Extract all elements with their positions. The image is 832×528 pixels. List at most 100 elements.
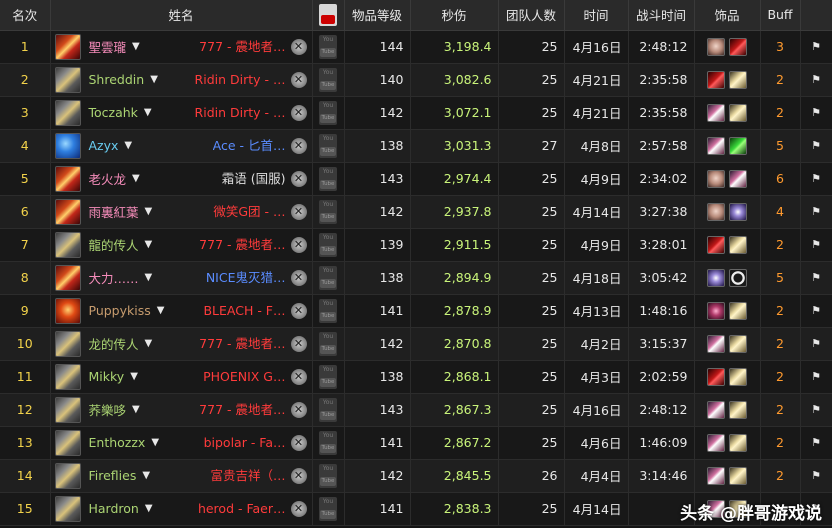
guild-name-link[interactable]: BLEACH - F… — [203, 295, 285, 326]
flag-icon[interactable]: ⚑ — [811, 238, 821, 251]
chevron-down-icon[interactable]: ▼ — [145, 338, 153, 349]
buff-cell[interactable]: 2 — [760, 63, 801, 97]
player-name-link[interactable]: Azyx — [89, 138, 119, 153]
buff-cell[interactable]: 2 — [760, 459, 801, 493]
buff-cell[interactable]: 4 — [760, 195, 801, 229]
trinket-icon[interactable] — [707, 235, 725, 254]
flag-icon[interactable]: ⚑ — [811, 436, 821, 449]
table-row[interactable]: 12 荞樂哆 ▼ 777 - 震地者… ✕ 143 2,867.3 25 4月1… — [0, 393, 832, 427]
buff-cell[interactable]: 2 — [760, 327, 801, 361]
buff-cell[interactable]: 5 — [760, 129, 801, 163]
guild-name-link[interactable]: 霜语 (国服) — [222, 163, 286, 194]
chevron-down-icon[interactable]: ▼ — [144, 107, 152, 118]
video-cell[interactable] — [312, 30, 345, 64]
chevron-down-icon[interactable]: ▼ — [151, 437, 159, 448]
flag-cell[interactable]: ⚑ — [800, 63, 832, 97]
player-name-link[interactable]: Puppykiss — [89, 303, 151, 318]
guild-name-link[interactable]: PHOENIX G… — [203, 361, 285, 392]
trinket-icon[interactable] — [707, 334, 725, 353]
flag-cell[interactable]: ⚑ — [800, 294, 832, 328]
buff-cell[interactable]: 2 — [760, 426, 801, 460]
video-cell[interactable] — [312, 294, 345, 328]
close-icon[interactable]: ✕ — [290, 467, 307, 484]
video-cell[interactable] — [312, 459, 345, 493]
video-cell[interactable] — [312, 96, 345, 130]
guild-name-link[interactable]: 微笑G团 - … — [213, 196, 285, 227]
player-name-link[interactable]: Shreddin — [89, 72, 145, 87]
guild-name-link[interactable]: herod - Faer… — [198, 493, 286, 524]
flag-icon[interactable]: ⚑ — [811, 205, 821, 218]
close-icon[interactable]: ✕ — [290, 269, 307, 286]
video-cell[interactable] — [312, 360, 345, 394]
trinket-icon[interactable] — [707, 103, 725, 122]
guild-name-link[interactable]: Ridin Dirty - … — [195, 64, 286, 95]
header-date[interactable]: 时间 — [564, 0, 629, 31]
chevron-down-icon[interactable]: ▼ — [132, 41, 140, 52]
flag-cell[interactable]: ⚑ — [800, 459, 832, 493]
guild-name-link[interactable]: 777 - 震地者… — [199, 31, 285, 62]
player-name-link[interactable]: 雨裏紅葉 — [89, 202, 139, 221]
close-icon[interactable]: ✕ — [290, 38, 307, 55]
guild-name-link[interactable]: Ridin Dirty - … — [195, 97, 286, 128]
header-dps[interactable]: 秒伤 — [410, 0, 499, 31]
close-icon[interactable]: ✕ — [290, 236, 307, 253]
trinket-icon[interactable] — [707, 136, 725, 155]
guild-name-link[interactable]: 777 - 震地者… — [199, 229, 285, 260]
player-name-link[interactable]: 龍的传人 — [89, 235, 139, 254]
player-name-link[interactable]: Mikky — [89, 369, 125, 384]
close-icon[interactable]: ✕ — [290, 104, 307, 121]
header-video[interactable] — [312, 0, 345, 31]
chevron-down-icon[interactable]: ▼ — [130, 371, 138, 382]
trinket-icon[interactable] — [729, 37, 747, 56]
trinket-icon[interactable] — [729, 367, 747, 386]
flag-icon[interactable]: ⚑ — [811, 370, 821, 383]
table-row[interactable]: 2 Shreddin ▼ Ridin Dirty - … ✕ 140 3,082… — [0, 63, 832, 97]
trinket-icon[interactable] — [729, 202, 747, 221]
table-row[interactable]: 1 聖雲瓏 ▼ 777 - 震地者… ✕ 144 3,198.4 25 4月16… — [0, 30, 832, 64]
chevron-down-icon[interactable]: ▼ — [142, 470, 150, 481]
chevron-down-icon[interactable]: ▼ — [145, 503, 153, 514]
player-name-link[interactable]: Toczahk — [89, 105, 138, 120]
trinket-icon[interactable] — [729, 268, 747, 287]
buff-cell[interactable]: 2 — [760, 360, 801, 394]
guild-name-link[interactable]: NICE鬼灭猎… — [206, 262, 286, 293]
video-cell[interactable] — [312, 195, 345, 229]
flag-icon[interactable]: ⚑ — [811, 40, 821, 53]
table-row[interactable]: 11 Mikky ▼ PHOENIX G… ✕ 138 2,868.1 25 4… — [0, 360, 832, 394]
close-icon[interactable]: ✕ — [290, 401, 307, 418]
flag-cell[interactable]: ⚑ — [800, 393, 832, 427]
trinket-icon[interactable] — [707, 367, 725, 386]
chevron-down-icon[interactable]: ▼ — [145, 272, 153, 283]
close-icon[interactable]: ✕ — [290, 500, 307, 517]
chevron-down-icon[interactable]: ▼ — [132, 404, 140, 415]
flag-cell[interactable]: ⚑ — [800, 30, 832, 64]
trinket-icon[interactable] — [707, 466, 725, 485]
player-name-link[interactable]: 龙的传人 — [89, 334, 139, 353]
close-icon[interactable]: ✕ — [290, 368, 307, 385]
player-name-link[interactable]: Hardron — [89, 501, 139, 516]
chevron-down-icon[interactable]: ▼ — [124, 140, 132, 151]
flag-cell[interactable]: ⚑ — [800, 261, 832, 295]
close-icon[interactable]: ✕ — [290, 71, 307, 88]
buff-cell[interactable]: 2 — [760, 96, 801, 130]
video-cell[interactable] — [312, 162, 345, 196]
guild-name-link[interactable]: bipolar - Fa… — [204, 427, 286, 458]
video-cell[interactable] — [312, 63, 345, 97]
video-cell[interactable] — [312, 228, 345, 262]
flag-cell[interactable]: ⚑ — [800, 129, 832, 163]
header-raid-size[interactable]: 团队人数 — [498, 0, 565, 31]
player-name-link[interactable]: 聖雲瓏 — [89, 37, 127, 56]
table-row[interactable]: 4 Azyx ▼ Ace - 匕首… ✕ 138 3,031.3 27 4月8日… — [0, 129, 832, 163]
flag-cell[interactable]: ⚑ — [800, 162, 832, 196]
trinket-icon[interactable] — [729, 70, 747, 89]
flag-cell[interactable]: ⚑ — [800, 327, 832, 361]
video-cell[interactable] — [312, 327, 345, 361]
buff-cell[interactable]: 2 — [760, 228, 801, 262]
trinket-icon[interactable] — [707, 400, 725, 419]
table-row[interactable]: 5 老火龙 ▼ 霜语 (国服) ✕ 143 2,974.4 25 4月9日 2:… — [0, 162, 832, 196]
close-icon[interactable]: ✕ — [290, 137, 307, 154]
flag-icon[interactable]: ⚑ — [811, 139, 821, 152]
buff-cell[interactable]: 5 — [760, 261, 801, 295]
video-cell[interactable] — [312, 426, 345, 460]
close-icon[interactable]: ✕ — [290, 203, 307, 220]
